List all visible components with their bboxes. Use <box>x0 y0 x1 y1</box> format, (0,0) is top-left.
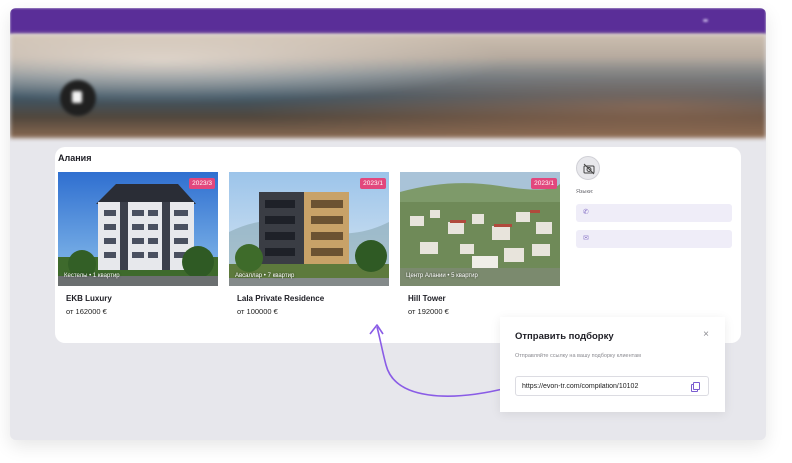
property-name[interactable]: Lala Private Residence <box>237 294 389 303</box>
location-caption: Кестелы • 1 квартир <box>64 273 120 279</box>
copy-icon[interactable] <box>691 382 700 392</box>
languages-label: Языки: <box>576 189 594 195</box>
email-field[interactable]: ✉ <box>576 230 732 248</box>
property-price: от 100000 € <box>237 307 278 316</box>
share-compilation-dialog: Отправить подборку × Отправляйте ссылку … <box>500 317 725 412</box>
location-caption: Авсаллар • 7 квартир <box>235 273 295 279</box>
camera-off-icon <box>576 156 600 180</box>
dialog-title: Отправить подборку <box>515 331 614 342</box>
property-price: от 162000 € <box>66 307 107 316</box>
year-badge: 2023/3 <box>189 178 215 189</box>
property-card[interactable]: 2023/1 Центр Алании • 5 квартир Hill Tow… <box>400 172 560 316</box>
dialog-subtitle: Отправляйте ссылку на вашу подборку клие… <box>515 353 641 359</box>
property-price: от 192000 € <box>408 307 449 316</box>
property-name[interactable]: Hill Tower <box>408 294 560 303</box>
location-caption: Центр Алании • 5 квартир <box>406 273 478 279</box>
hero-banner <box>10 34 766 138</box>
phone-icon: ✆ <box>583 209 589 216</box>
profile-logo <box>60 80 96 116</box>
nav-indicator <box>703 19 708 22</box>
property-photo[interactable]: 2023/3 Кестелы • 1 квартир <box>58 172 218 286</box>
top-navigation-bar <box>10 8 766 34</box>
mail-icon: ✉ <box>583 235 589 242</box>
property-photo[interactable]: 2023/1 Авсаллар • 7 квартир <box>229 172 389 286</box>
year-badge: 2023/1 <box>531 178 557 189</box>
year-badge: 2023/1 <box>360 178 386 189</box>
agent-contact-card: Языки: ✆ ✉ <box>572 152 738 264</box>
region-title: Алания <box>58 153 92 163</box>
property-name[interactable]: EKB Luxury <box>66 294 218 303</box>
property-card[interactable]: 2023/1 Авсаллар • 7 квартир Lala Private… <box>229 172 389 316</box>
share-link-input[interactable] <box>522 380 682 392</box>
property-card[interactable]: 2023/3 Кестелы • 1 квартир EKB Luxury от… <box>58 172 218 316</box>
property-photo[interactable]: 2023/1 Центр Алании • 5 квартир <box>400 172 560 286</box>
share-link-field[interactable] <box>515 376 709 396</box>
close-icon[interactable]: × <box>703 329 709 340</box>
phone-field[interactable]: ✆ <box>576 204 732 222</box>
